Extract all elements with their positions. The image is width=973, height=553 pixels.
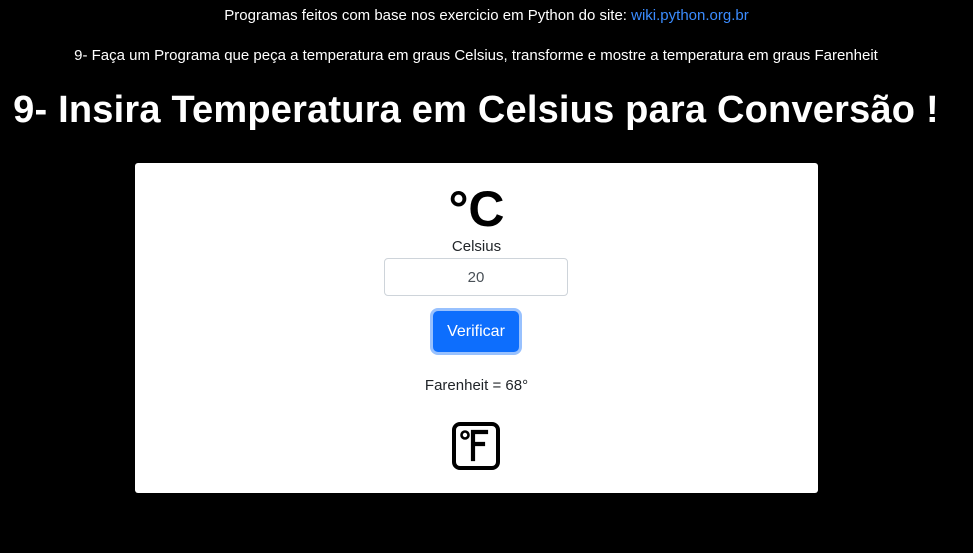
celsius-input[interactable] (384, 258, 568, 296)
celsius-icon: °C (448, 181, 505, 237)
celsius-label: Celsius (451, 238, 502, 255)
converter-card: °C Celsius Verificar Farenheit = 68° (135, 163, 818, 493)
intro-text: Programas feitos com base nos exercicio … (224, 7, 632, 24)
fahrenheit-icon (452, 422, 500, 470)
fahrenheit-result: Farenheit = 68° (424, 377, 529, 394)
page: Programas feitos com base nos exercicio … (0, 0, 973, 553)
exercise-description: 9- Faça um Programa que peça a temperatu… (74, 47, 878, 64)
page-title: 9- Insira Temperatura em Celsius para Co… (13, 89, 939, 131)
verify-button[interactable]: Verificar (433, 311, 519, 352)
site-link[interactable]: wiki.python.org.br (631, 7, 749, 24)
intro-line: Programas feitos com base nos exercicio … (0, 6, 973, 26)
